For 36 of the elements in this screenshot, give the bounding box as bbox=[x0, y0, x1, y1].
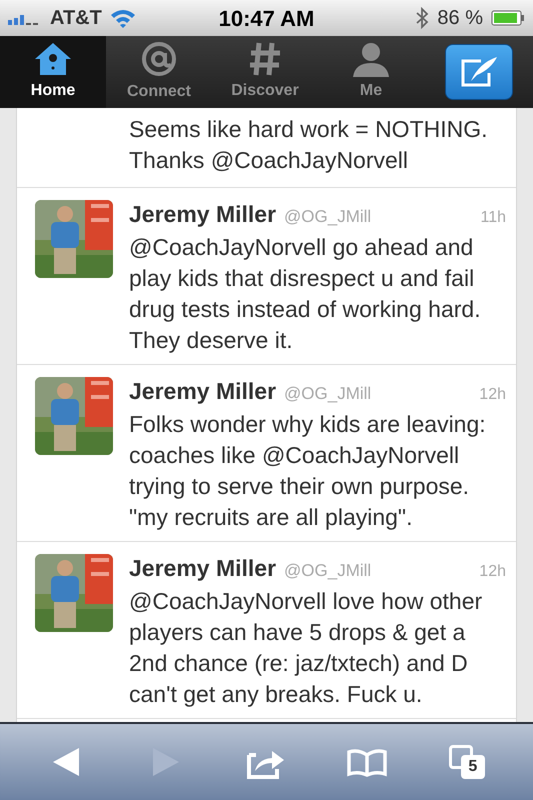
tweet[interactable]: Jeremy Miller @OG_JMill 11h @CoachJayNorvell go ahead and play kids that disrespect u and fail drug tests instead of working hard. They deserve it. bbox=[17, 188, 516, 365]
author-name: Jeremy Miller bbox=[129, 377, 276, 405]
compose-icon bbox=[458, 55, 498, 89]
at-sign-icon bbox=[140, 40, 178, 78]
tab[interactable]: Home bbox=[0, 36, 106, 108]
tweet-text: @CoachJayNorvell go ahead and play kids that disrespect u and fail drug tests instead of working hard. They deserve it. bbox=[129, 233, 482, 355]
back-arrow-icon bbox=[51, 746, 82, 778]
battery-icon bbox=[491, 10, 525, 26]
tweet-text: Folks wonder why kids are leaving: coaches like @CoachJayNorvell trying to serve their own purpose. "my recruits are all playing". bbox=[129, 410, 487, 532]
tab[interactable]: Connect bbox=[106, 36, 212, 108]
compose-button[interactable] bbox=[444, 44, 512, 100]
author-handle: @OG_JMill bbox=[284, 206, 372, 228]
tweet-time: 12h bbox=[479, 385, 506, 405]
tab[interactable]: Me bbox=[318, 36, 424, 108]
author-handle: @OG_JMill bbox=[284, 560, 372, 582]
author-name: Jeremy Miller bbox=[129, 554, 276, 582]
tweet[interactable]: Jeremy Miller @OG_JMill 12h Folks wonder why kids are leaving: coaches like @CoachJayNorvell trying to serve their own purpose. "my recruits are all playing". bbox=[17, 365, 516, 542]
tab[interactable]: Discover bbox=[212, 36, 318, 108]
tweet[interactable]: Jeremy Miller @OG_JMill 12h @CoachJayNorvell love how other players can have 5 drops & get a 2nd chance (re: jaz/txtech) and D can't get any breaks. Fuck u. bbox=[17, 542, 516, 719]
person-icon bbox=[351, 41, 391, 77]
book-icon bbox=[346, 747, 388, 777]
clock: 10:47 AM bbox=[218, 4, 314, 32]
tweet-text: @CoachJayNorvell love how other players can have 5 drops & get a 2nd chance (re: jaz/txtech) and D can't get any breaks. Fuck u. bbox=[129, 587, 484, 709]
carrier-name: AT&T bbox=[50, 6, 102, 31]
hash-icon bbox=[248, 41, 282, 77]
forward-arrow-icon bbox=[151, 746, 182, 778]
battery-percentage: 86 % bbox=[437, 6, 483, 31]
author-name: Jeremy Miller bbox=[129, 200, 276, 228]
tweet-time: 11h bbox=[480, 208, 506, 228]
author-handle: @OG_JMill bbox=[284, 383, 372, 405]
bluetooth-icon bbox=[415, 7, 430, 29]
tabs-button[interactable]: 5 bbox=[434, 738, 499, 786]
wifi-icon bbox=[110, 8, 136, 28]
tweet-time: 12h bbox=[479, 562, 506, 582]
tweet-text: Seems like hard work = NOTHING. Thanks @CoachJayNorvell bbox=[129, 115, 489, 175]
birdhouse-icon bbox=[33, 41, 73, 77]
